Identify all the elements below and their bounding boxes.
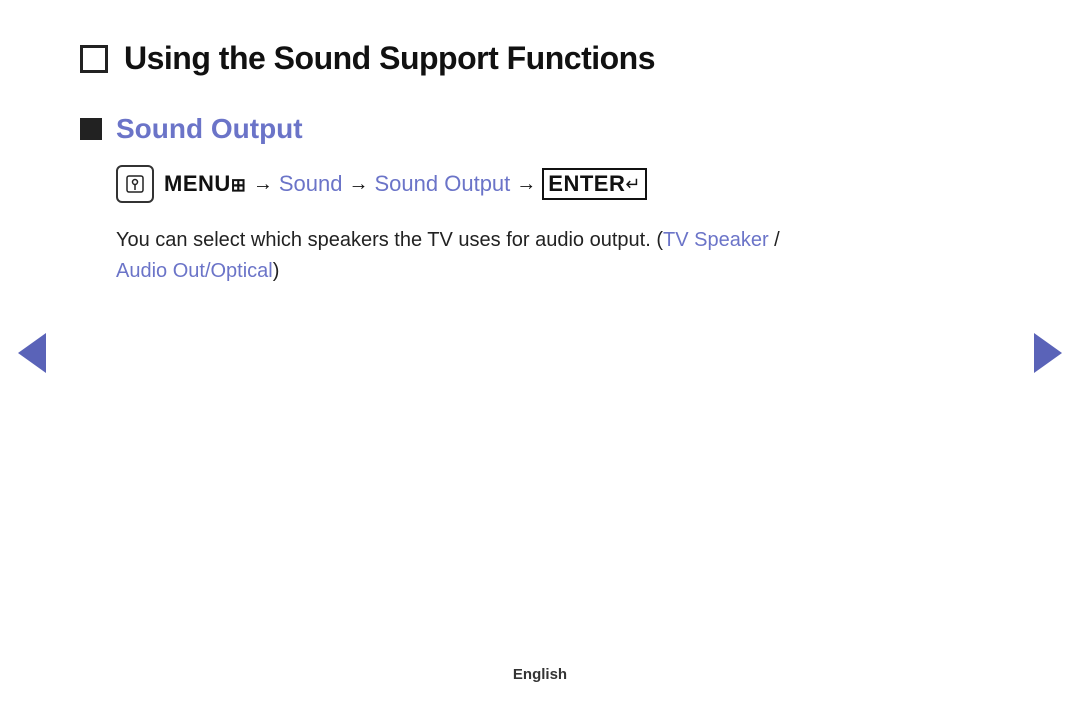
menu-step-sound[interactable]: Sound xyxy=(279,171,343,197)
nav-right-button[interactable] xyxy=(1034,333,1062,373)
description-link-audio-out[interactable]: Audio Out/Optical xyxy=(116,260,273,282)
menu-label: MENU⊞ xyxy=(164,171,247,197)
description-text-before: You can select which speakers the TV use… xyxy=(116,229,663,251)
menu-step-sound-output[interactable]: Sound Output xyxy=(375,171,511,197)
arrow-1: → xyxy=(253,173,273,196)
page-container: Using the Sound Support Functions Sound … xyxy=(0,0,1080,705)
description-block: You can select which speakers the TV use… xyxy=(116,225,1000,287)
enter-button: ENTER↵ xyxy=(542,168,647,200)
nav-left-button[interactable] xyxy=(18,333,46,373)
menu-path: MENU⊞ → Sound → Sound Output → ENTER↵ xyxy=(116,165,1000,203)
section-heading-row: Sound Output xyxy=(80,113,1000,145)
filled-square-icon xyxy=(80,118,102,140)
menu-remote-icon xyxy=(116,165,154,203)
description-slash: / xyxy=(769,229,780,251)
enter-arrow-icon: ↵ xyxy=(625,174,641,195)
checkbox-icon xyxy=(80,45,108,73)
footer-language: English xyxy=(513,666,567,683)
section-heading-text: Sound Output xyxy=(116,113,303,145)
main-heading-row: Using the Sound Support Functions xyxy=(80,40,1000,77)
left-arrow-icon xyxy=(18,333,46,373)
arrow-2: → xyxy=(349,173,369,196)
description-link-tv-speaker[interactable]: TV Speaker xyxy=(663,229,769,251)
arrow-3: → xyxy=(516,173,536,196)
right-arrow-icon xyxy=(1034,333,1062,373)
main-heading-text: Using the Sound Support Functions xyxy=(124,40,655,77)
enter-label: ENTER xyxy=(548,171,625,197)
description-close: ) xyxy=(273,260,280,282)
